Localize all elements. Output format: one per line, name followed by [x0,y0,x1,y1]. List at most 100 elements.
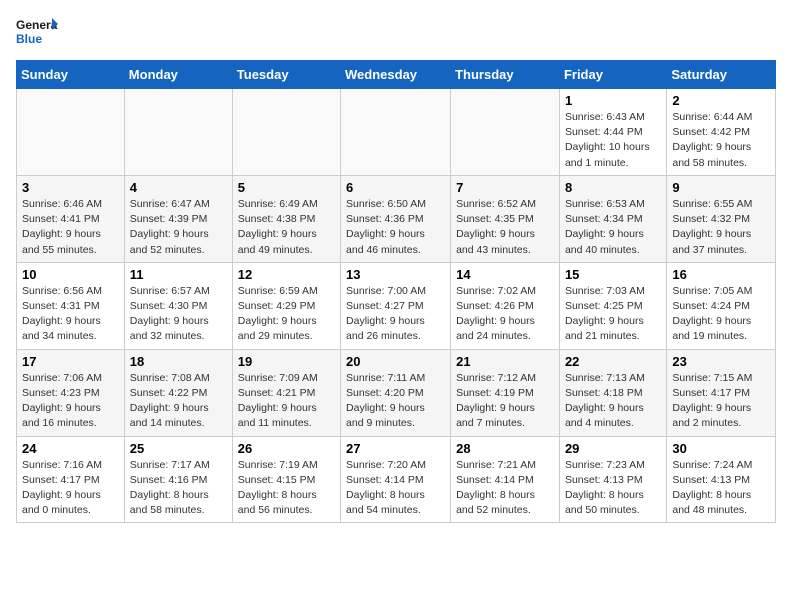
day-info: Sunrise: 6:47 AM Sunset: 4:39 PM Dayligh… [130,197,227,258]
calendar-cell: 18Sunrise: 7:08 AM Sunset: 4:22 PM Dayli… [124,349,232,436]
calendar-cell: 11 Sunrise: 6:57 AM Sunset: 4:30 PM Dayli… [124,262,232,349]
day-info: Sunrise: 6:49 AM Sunset: 4:38 PM Dayligh… [238,197,335,258]
logo-svg: General Blue [16,16,58,48]
day-info: Sunrise: 6:57 AM Sunset: 4:30 PM Dayligh… [130,284,227,345]
day-number: 9 [672,180,770,195]
calendar-cell: 5 Sunrise: 6:49 AM Sunset: 4:38 PM Daylig… [232,175,340,262]
day-info: Sunrise: 7:24 AM Sunset: 4:13 PM Dayligh… [672,458,770,519]
calendar-cell: 28 Sunrise: 7:21 AM Sunset: 4:14 PM Dayli… [451,436,560,523]
day-number: 13 [346,267,445,282]
calendar-table: SundayMondayTuesdayWednesdayThursdayFrid… [16,60,776,523]
day-info: Sunrise: 7:00 AM Sunset: 4:27 PM Dayligh… [346,284,445,345]
calendar-cell [451,89,560,176]
calendar-week-row: 3 Sunrise: 6:46 AM Sunset: 4:41 PM Daylig… [17,175,776,262]
day-number: 11 [130,267,227,282]
day-number: 25 [130,441,227,456]
day-number: 3 [22,180,119,195]
calendar-cell: 26 Sunrise: 7:19 AM Sunset: 4:15 PM Dayli… [232,436,340,523]
day-info: Sunrise: 6:56 AM Sunset: 4:31 PM Dayligh… [22,284,119,345]
day-info: Sunrise: 6:53 AM Sunset: 4:34 PM Dayligh… [565,197,661,258]
page-header: General Blue [16,16,776,48]
day-info: Sunrise: 6:44 AM Sunset: 4:42 PM Dayligh… [672,110,770,171]
day-info: Sunrise: 6:52 AM Sunset: 4:35 PM Dayligh… [456,197,554,258]
day-info: Sunrise: 6:50 AM Sunset: 4:36 PM Dayligh… [346,197,445,258]
weekday-header-tuesday: Tuesday [232,61,340,89]
day-number: 7 [456,180,554,195]
weekday-header-friday: Friday [559,61,666,89]
day-number: 26 [238,441,335,456]
day-number: 16 [672,267,770,282]
day-info: Sunrise: 7:08 AM Sunset: 4:22 PM Dayligh… [130,371,227,432]
calendar-cell: 23Sunrise: 7:15 AM Sunset: 4:17 PM Dayli… [667,349,776,436]
calendar-cell: 30 Sunrise: 7:24 AM Sunset: 4:13 PM Dayli… [667,436,776,523]
calendar-week-row: 17 Sunrise: 7:06 AM Sunset: 4:23 PM Dayli… [17,349,776,436]
logo: General Blue [16,16,58,48]
calendar-cell: 1Sunrise: 6:43 AM Sunset: 4:44 PM Daylig… [559,89,666,176]
day-number: 17 [22,354,119,369]
day-info: Sunrise: 6:46 AM Sunset: 4:41 PM Dayligh… [22,197,119,258]
calendar-header-row: SundayMondayTuesdayWednesdayThursdayFrid… [17,61,776,89]
day-info: Sunrise: 7:23 AM Sunset: 4:13 PM Dayligh… [565,458,661,519]
day-info: Sunrise: 7:21 AM Sunset: 4:14 PM Dayligh… [456,458,554,519]
calendar-cell: 9 Sunrise: 6:55 AM Sunset: 4:32 PM Daylig… [667,175,776,262]
day-info: Sunrise: 7:11 AM Sunset: 4:20 PM Dayligh… [346,371,445,432]
calendar-cell: 22Sunrise: 7:13 AM Sunset: 4:18 PM Dayli… [559,349,666,436]
day-info: Sunrise: 6:59 AM Sunset: 4:29 PM Dayligh… [238,284,335,345]
calendar-week-row: 24 Sunrise: 7:16 AM Sunset: 4:17 PM Dayli… [17,436,776,523]
calendar-cell [232,89,340,176]
day-number: 12 [238,267,335,282]
calendar-cell: 6 Sunrise: 6:50 AM Sunset: 4:36 PM Daylig… [341,175,451,262]
day-info: Sunrise: 7:20 AM Sunset: 4:14 PM Dayligh… [346,458,445,519]
calendar-week-row: 1Sunrise: 6:43 AM Sunset: 4:44 PM Daylig… [17,89,776,176]
day-number: 2 [672,93,770,108]
calendar-cell [341,89,451,176]
calendar-cell: 10 Sunrise: 6:56 AM Sunset: 4:31 PM Dayli… [17,262,125,349]
calendar-cell: 15 Sunrise: 7:03 AM Sunset: 4:25 PM Dayli… [559,262,666,349]
day-number: 19 [238,354,335,369]
weekday-header-thursday: Thursday [451,61,560,89]
day-number: 24 [22,441,119,456]
calendar-cell: 14Sunrise: 7:02 AM Sunset: 4:26 PM Dayli… [451,262,560,349]
calendar-cell: 13 Sunrise: 7:00 AM Sunset: 4:27 PM Dayli… [341,262,451,349]
calendar-cell: 21 Sunrise: 7:12 AM Sunset: 4:19 PM Dayli… [451,349,560,436]
calendar-cell: 12 Sunrise: 6:59 AM Sunset: 4:29 PM Dayli… [232,262,340,349]
calendar-cell: 4 Sunrise: 6:47 AM Sunset: 4:39 PM Daylig… [124,175,232,262]
calendar-cell: 27 Sunrise: 7:20 AM Sunset: 4:14 PM Dayli… [341,436,451,523]
calendar-cell: 8Sunrise: 6:53 AM Sunset: 4:34 PM Daylig… [559,175,666,262]
day-info: Sunrise: 7:19 AM Sunset: 4:15 PM Dayligh… [238,458,335,519]
calendar-cell: 29 Sunrise: 7:23 AM Sunset: 4:13 PM Dayli… [559,436,666,523]
day-number: 10 [22,267,119,282]
day-number: 28 [456,441,554,456]
calendar-cell: 3 Sunrise: 6:46 AM Sunset: 4:41 PM Daylig… [17,175,125,262]
day-number: 29 [565,441,661,456]
day-info: Sunrise: 6:55 AM Sunset: 4:32 PM Dayligh… [672,197,770,258]
weekday-header-saturday: Saturday [667,61,776,89]
weekday-header-sunday: Sunday [17,61,125,89]
day-number: 4 [130,180,227,195]
day-info: Sunrise: 7:05 AM Sunset: 4:24 PM Dayligh… [672,284,770,345]
calendar-cell: 7 Sunrise: 6:52 AM Sunset: 4:35 PM Daylig… [451,175,560,262]
day-info: Sunrise: 7:06 AM Sunset: 4:23 PM Dayligh… [22,371,119,432]
day-number: 6 [346,180,445,195]
calendar-week-row: 10 Sunrise: 6:56 AM Sunset: 4:31 PM Dayli… [17,262,776,349]
svg-text:General: General [16,18,58,32]
day-number: 15 [565,267,661,282]
day-number: 5 [238,180,335,195]
day-number: 30 [672,441,770,456]
day-number: 20 [346,354,445,369]
day-info: Sunrise: 7:13 AM Sunset: 4:18 PM Dayligh… [565,371,661,432]
calendar-cell [17,89,125,176]
calendar-cell: 19Sunrise: 7:09 AM Sunset: 4:21 PM Dayli… [232,349,340,436]
calendar-cell: 16 Sunrise: 7:05 AM Sunset: 4:24 PM Dayli… [667,262,776,349]
day-info: Sunrise: 7:15 AM Sunset: 4:17 PM Dayligh… [672,371,770,432]
day-info: Sunrise: 7:12 AM Sunset: 4:19 PM Dayligh… [456,371,554,432]
day-info: Sunrise: 7:03 AM Sunset: 4:25 PM Dayligh… [565,284,661,345]
day-info: Sunrise: 7:02 AM Sunset: 4:26 PM Dayligh… [456,284,554,345]
calendar-cell [124,89,232,176]
day-number: 21 [456,354,554,369]
day-info: Sunrise: 7:16 AM Sunset: 4:17 PM Dayligh… [22,458,119,519]
calendar-cell: 25Sunrise: 7:17 AM Sunset: 4:16 PM Dayli… [124,436,232,523]
day-number: 27 [346,441,445,456]
weekday-header-wednesday: Wednesday [341,61,451,89]
day-info: Sunrise: 6:43 AM Sunset: 4:44 PM Dayligh… [565,110,661,171]
